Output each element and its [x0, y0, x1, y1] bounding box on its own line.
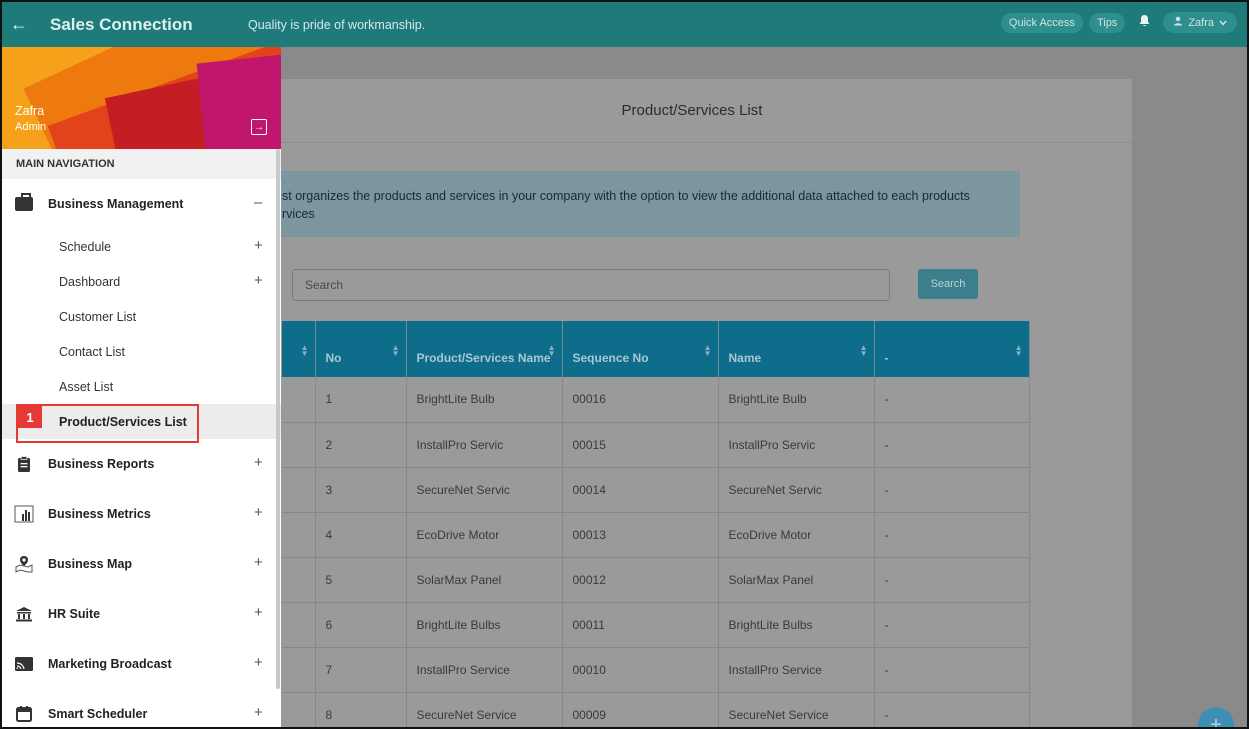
step-highlight-box — [16, 404, 199, 443]
app-title[interactable]: Sales Connection — [50, 15, 248, 35]
sidebar-subitem-label: Schedule — [59, 239, 112, 254]
sort-icon: ▲ ▼ — [859, 343, 868, 358]
top-bar: ← Sales Connection Quality is pride of w… — [2, 2, 1247, 47]
plus-icon: + — [1210, 713, 1222, 729]
table-row[interactable]: 8 SecureNet Service 00009 SecureNet Service… — [282, 692, 1030, 727]
add-fab-button[interactable]: + — [1198, 707, 1234, 729]
profile-header: Zafra Admin → — [2, 47, 281, 149]
quick-access-button[interactable]: Quick Access — [1000, 12, 1083, 33]
sidebar-item-label: Business Map — [48, 557, 133, 571]
column-header[interactable]: - ▲ ▼ — [874, 321, 1030, 377]
map-pin-icon — [14, 554, 34, 574]
sort-icon: ▲ ▼ — [547, 343, 556, 358]
search-input[interactable]: Search — [292, 269, 890, 301]
tips-button[interactable]: Tips — [1088, 12, 1126, 33]
top-right-actions: Quick Access Tips Zafra — [1000, 12, 1237, 33]
user-menu-button[interactable]: Zafra — [1163, 12, 1237, 33]
table-row[interactable]: 7 InstallPro Service 00010 InstallPro Servi… — [282, 647, 1030, 693]
logout-icon[interactable]: → — [251, 119, 267, 135]
sidebar-subitem-customer-list[interactable]: Customer List — [2, 299, 281, 334]
sidebar-subitem-label: Contact List — [59, 344, 126, 359]
sidebar-item-label: Business Management — [48, 197, 184, 211]
sidebar-subitem-schedule[interactable]: Schedule + — [2, 229, 281, 264]
sidebar: Zafra Admin → MAIN NAVIGATION Business M… — [2, 47, 281, 727]
calendar-icon — [14, 704, 34, 724]
sidebar-subitem-dashboard[interactable]: Dashboard + — [2, 264, 281, 299]
chevron-down-icon — [1219, 17, 1227, 29]
briefcase-icon — [14, 193, 34, 214]
sidebar-subitem-asset-list[interactable]: Asset List — [2, 369, 281, 404]
sort-icon: ▲ ▼ — [391, 343, 400, 358]
expand-icon[interactable]: + — [254, 654, 263, 671]
sidebar-subitem-contact-list[interactable]: Contact List — [2, 334, 281, 369]
step-number-badge: 1 — [18, 406, 42, 428]
sidebar-item-business-map[interactable]: Business Map + — [2, 539, 281, 589]
clipboard-icon — [14, 454, 34, 474]
search-button[interactable]: Search — [918, 269, 978, 299]
sidebar-item-label: Business Reports — [48, 457, 155, 471]
expand-icon[interactable]: + — [254, 704, 263, 721]
sidebar-item-business-metrics[interactable]: Business Metrics + — [2, 489, 281, 539]
sidebar-subitem-label: Customer List — [59, 309, 137, 324]
page-title: Product/Services List — [252, 79, 1132, 143]
bar-chart-icon — [14, 504, 34, 524]
sort-icon: ▲ ▼ — [1014, 343, 1023, 358]
sidebar-item-business-management[interactable]: Business Management – — [2, 179, 281, 229]
sidebar-item-label: HR Suite — [48, 607, 101, 621]
expand-icon[interactable]: + — [254, 604, 263, 621]
sidebar-item-smart-scheduler[interactable]: Smart Scheduler + — [2, 689, 281, 727]
table-row[interactable]: 3 SecureNet Servic 00014 SecureNet Servic - — [282, 467, 1030, 513]
bell-icon[interactable] — [1131, 14, 1157, 31]
info-line-1: st organizes the products and services i… — [282, 189, 970, 203]
cast-icon — [14, 654, 34, 674]
column-header[interactable]: Product/Services Name ▲ ▼ — [406, 321, 563, 377]
sidebar-item-hr-suite[interactable]: HR Suite + — [2, 589, 281, 639]
back-arrow-icon[interactable]: ← — [2, 14, 36, 35]
sort-icon: ▲ ▼ — [703, 343, 712, 358]
expand-icon[interactable]: + — [254, 554, 263, 571]
column-header[interactable]: Name ▲ ▼ — [718, 321, 875, 377]
sidebar-item-label: Marketing Broadcast — [48, 657, 172, 671]
profile-role: Admin — [15, 121, 47, 133]
sidebar-item-label: Business Metrics — [48, 507, 151, 521]
app-window: ← Sales Connection Quality is pride of w… — [0, 0, 1249, 729]
table-header-row: ▲ ▼ No ▲ ▼ Product/Services Name ▲ ▼ Sequence… — [282, 321, 1030, 377]
sidebar-scrollbar[interactable] — [276, 149, 280, 689]
sidebar-item-marketing-broadcast[interactable]: Marketing Broadcast + — [2, 639, 281, 689]
product-services-table: ▲ ▼ No ▲ ▼ Product/Services Name ▲ ▼ Sequence… — [282, 321, 1030, 727]
table-row[interactable]: 2 InstallPro Servic 00015 InstallPro Servic… — [282, 422, 1030, 468]
column-header[interactable]: ▲ ▼ — [282, 321, 316, 377]
expand-icon[interactable]: + — [254, 272, 263, 289]
content-card: Product/Services List st organizes the p… — [252, 79, 1132, 727]
profile-name: Zafra — [15, 104, 45, 118]
info-line-2: rvices — [282, 207, 315, 221]
info-banner: st organizes the products and services i… — [252, 171, 1020, 237]
user-name: Zafra — [1188, 16, 1214, 29]
table-row[interactable]: 5 SolarMax Panel 00012 SolarMax Panel - — [282, 557, 1030, 603]
sort-icon: ▲ ▼ — [300, 343, 309, 358]
nav-section-header: MAIN NAVIGATION — [2, 149, 281, 179]
column-header[interactable]: Sequence No ▲ ▼ — [562, 321, 719, 377]
expand-icon[interactable]: + — [254, 237, 263, 254]
table-row[interactable]: 1 BrightLite Bulb 00016 BrightLite Bulb - — [282, 377, 1030, 423]
sidebar-item-business-reports[interactable]: Business Reports + — [2, 439, 281, 489]
building-icon — [14, 604, 34, 624]
expand-icon[interactable]: + — [254, 504, 263, 521]
expand-icon[interactable]: + — [254, 454, 263, 471]
tagline: Quality is pride of workmanship. — [248, 17, 426, 32]
column-header[interactable]: No ▲ ▼ — [315, 321, 407, 377]
sidebar-subitem-label: Asset List — [59, 379, 114, 394]
user-icon — [1173, 16, 1183, 29]
sidebar-item-label: Smart Scheduler — [48, 707, 148, 721]
table-row[interactable]: 4 EcoDrive Motor 00013 EcoDrive Motor - — [282, 512, 1030, 558]
sidebar-subitem-label: Dashboard — [59, 274, 121, 289]
table-row[interactable]: 6 BrightLite Bulbs 00011 BrightLite Bulbs - — [282, 602, 1030, 648]
collapse-icon[interactable]: – — [254, 194, 262, 211]
